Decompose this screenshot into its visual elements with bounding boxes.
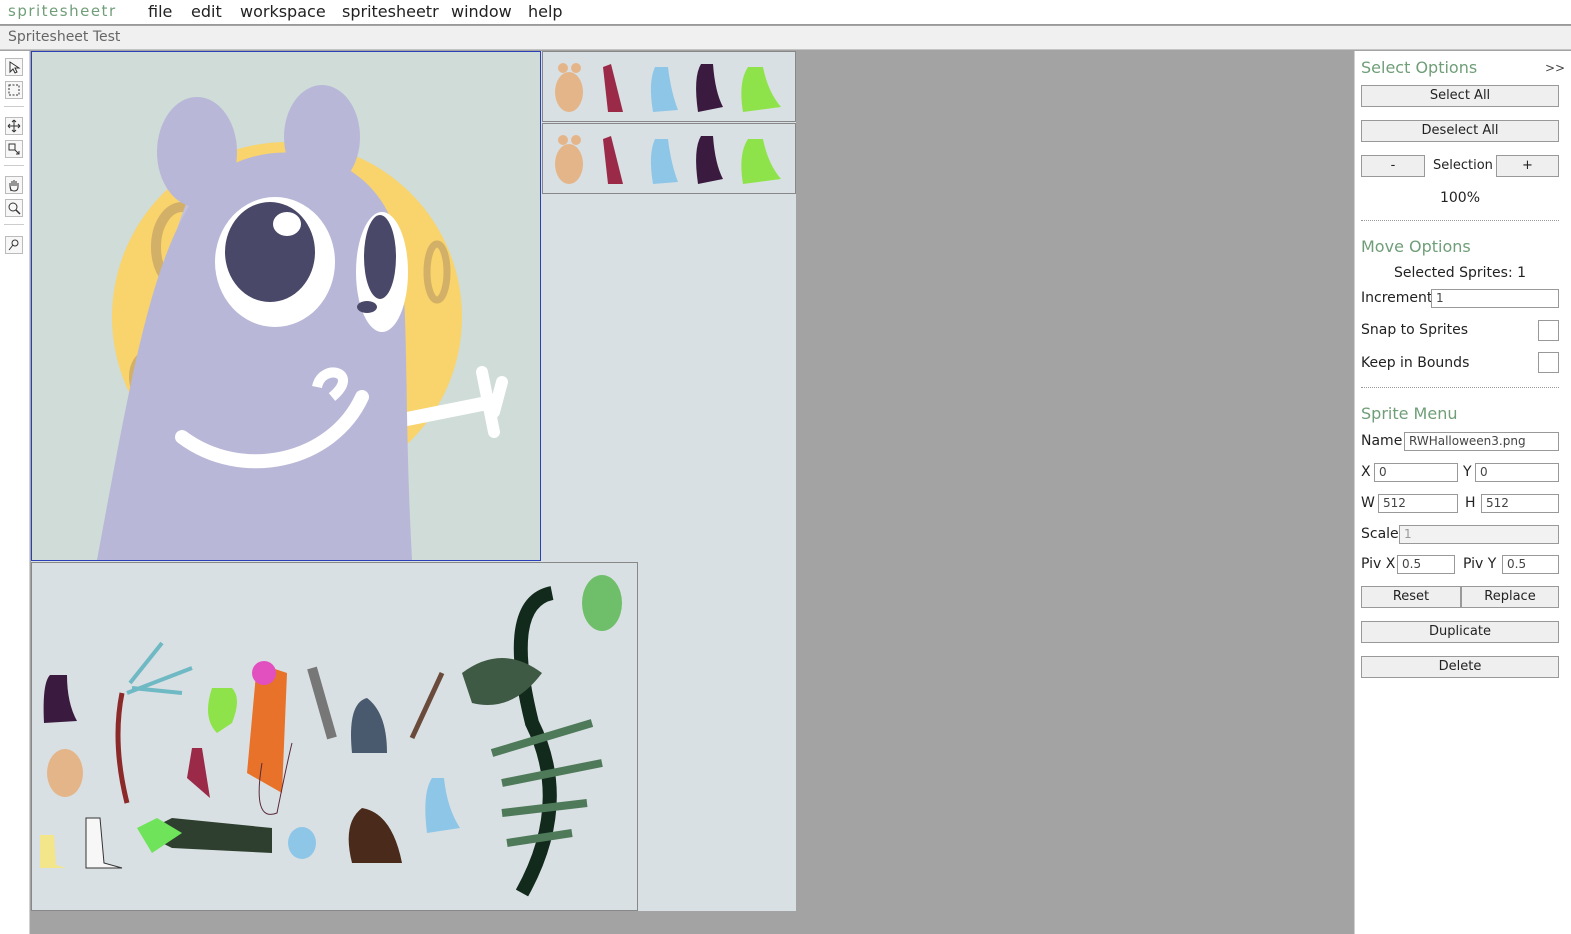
menu-edit[interactable]: edit: [191, 2, 222, 21]
marquee-icon[interactable]: [5, 81, 23, 99]
sprite-canvas[interactable]: [31, 51, 796, 911]
sprite-sheet-artwork: [40, 575, 622, 897]
tool-divider: [4, 106, 24, 107]
tool-palette: [0, 51, 30, 934]
sprite-strip-1[interactable]: [542, 51, 796, 122]
move-options-title: Move Options: [1361, 237, 1471, 256]
snap-to-sprites-label: Snap to Sprites: [1361, 322, 1468, 338]
scale-input[interactable]: 1: [1399, 525, 1559, 544]
move-icon[interactable]: [5, 117, 23, 135]
sprite-sheet-collection[interactable]: [31, 562, 638, 911]
sprite-name-input[interactable]: RWHalloween3.png: [1404, 432, 1559, 451]
hand-icon[interactable]: [5, 176, 23, 194]
selected-sprites-count: Selected Sprites: 1: [1393, 265, 1527, 281]
reset-button[interactable]: Reset: [1361, 586, 1461, 608]
zoom-level: 100%: [1439, 190, 1481, 206]
menu-file[interactable]: file: [148, 2, 172, 21]
pivot-x-input[interactable]: 0.5: [1397, 555, 1455, 574]
sprite-strip-artwork: [555, 135, 781, 184]
tool-divider: [4, 224, 24, 225]
deselect-all-button[interactable]: Deselect All: [1361, 120, 1559, 142]
menu-spritesheetr[interactable]: spritesheetr: [342, 2, 439, 21]
selection-increase-button[interactable]: +: [1496, 155, 1559, 177]
h-label: H: [1465, 495, 1476, 511]
document-tab-bar: Spritesheet Test: [0, 26, 1571, 50]
width-input[interactable]: 512: [1378, 494, 1458, 513]
height-input[interactable]: 512: [1481, 494, 1559, 513]
keep-in-bounds-checkbox[interactable]: [1538, 352, 1559, 373]
zoom-icon[interactable]: [5, 199, 23, 217]
selection-decrease-button[interactable]: -: [1361, 155, 1425, 177]
pivot-y-label: Piv Y: [1463, 556, 1497, 572]
options-panel: Select Options >> Select All Deselect Al…: [1354, 51, 1571, 934]
menu-bar: spritesheetr file edit workspace sprites…: [0, 0, 1571, 25]
scale-label: Scale: [1361, 526, 1399, 542]
sprite-strip-artwork: [555, 63, 781, 112]
select-options-title: Select Options: [1361, 58, 1478, 77]
document-title[interactable]: Spritesheet Test: [8, 29, 120, 45]
y-label: Y: [1463, 464, 1472, 480]
keep-in-bounds-label: Keep in Bounds: [1361, 355, 1470, 371]
menu-window[interactable]: window: [451, 2, 512, 21]
select-all-button[interactable]: Select All: [1361, 85, 1559, 107]
creature-artwork: [32, 52, 540, 560]
pivot-y-input[interactable]: 0.5: [1502, 555, 1559, 574]
sprite-strip-2[interactable]: [542, 123, 796, 194]
name-label: Name: [1361, 433, 1403, 449]
selected-sprite[interactable]: [31, 51, 541, 561]
replace-button[interactable]: Replace: [1461, 586, 1559, 608]
delete-button[interactable]: Delete: [1361, 656, 1559, 678]
y-input[interactable]: 0: [1475, 463, 1559, 482]
pivot-x-label: Piv X: [1361, 556, 1396, 572]
menu-help[interactable]: help: [528, 2, 563, 21]
pivot-icon[interactable]: [5, 236, 23, 254]
menu-workspace[interactable]: workspace: [240, 2, 326, 21]
w-label: W: [1361, 495, 1375, 511]
app-brand: spritesheetr: [8, 2, 117, 20]
section-divider: [1361, 387, 1559, 388]
selection-label: Selection: [1433, 158, 1493, 173]
select-arrow-icon[interactable]: [5, 58, 23, 76]
tool-divider: [4, 165, 24, 166]
increment-input[interactable]: 1: [1431, 289, 1559, 308]
x-input[interactable]: 0: [1374, 463, 1458, 482]
sprite-menu-title: Sprite Menu: [1361, 404, 1458, 423]
snap-to-sprites-checkbox[interactable]: [1538, 320, 1559, 341]
collapse-panel-button[interactable]: >>: [1545, 61, 1565, 75]
duplicate-button[interactable]: Duplicate: [1361, 621, 1559, 643]
resize-icon[interactable]: [5, 140, 23, 158]
section-divider: [1361, 220, 1559, 221]
x-label: X: [1361, 464, 1371, 480]
increment-label: Increment: [1361, 290, 1433, 306]
